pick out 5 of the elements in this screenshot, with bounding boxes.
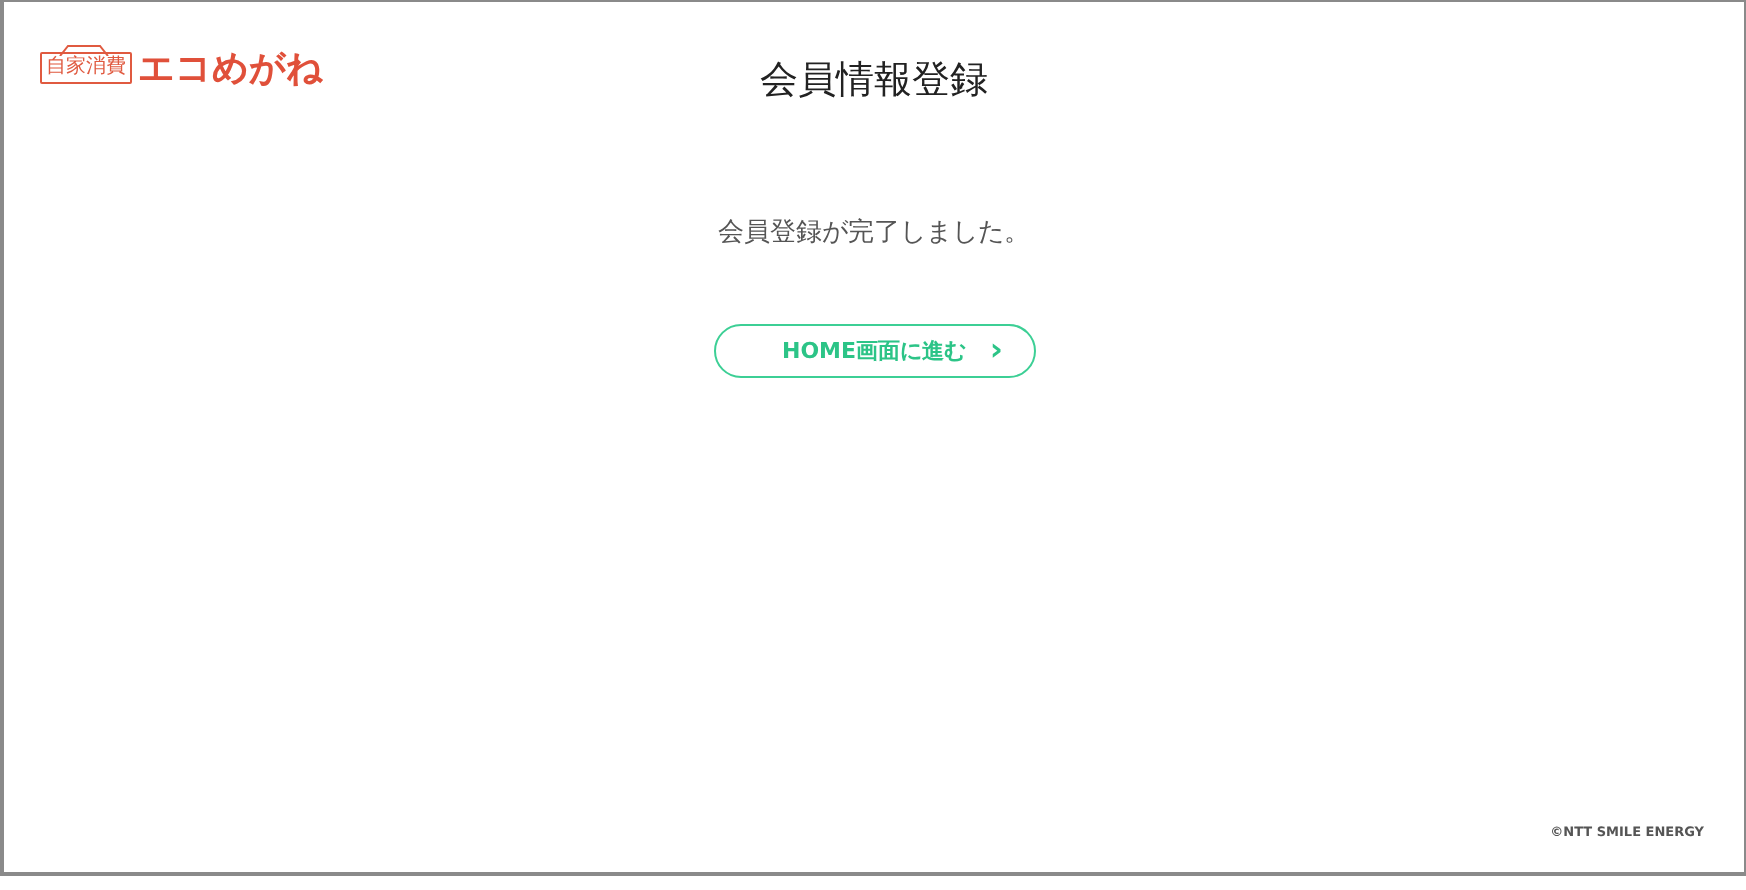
logo-text: エコめがね xyxy=(138,46,323,92)
roof-icon xyxy=(58,44,110,56)
page-title: 会員情報登録 xyxy=(760,56,988,106)
home-button[interactable]: HOME画面に進む › xyxy=(713,324,1035,378)
completion-message: 会員登録が完了しました。 xyxy=(718,216,1030,250)
